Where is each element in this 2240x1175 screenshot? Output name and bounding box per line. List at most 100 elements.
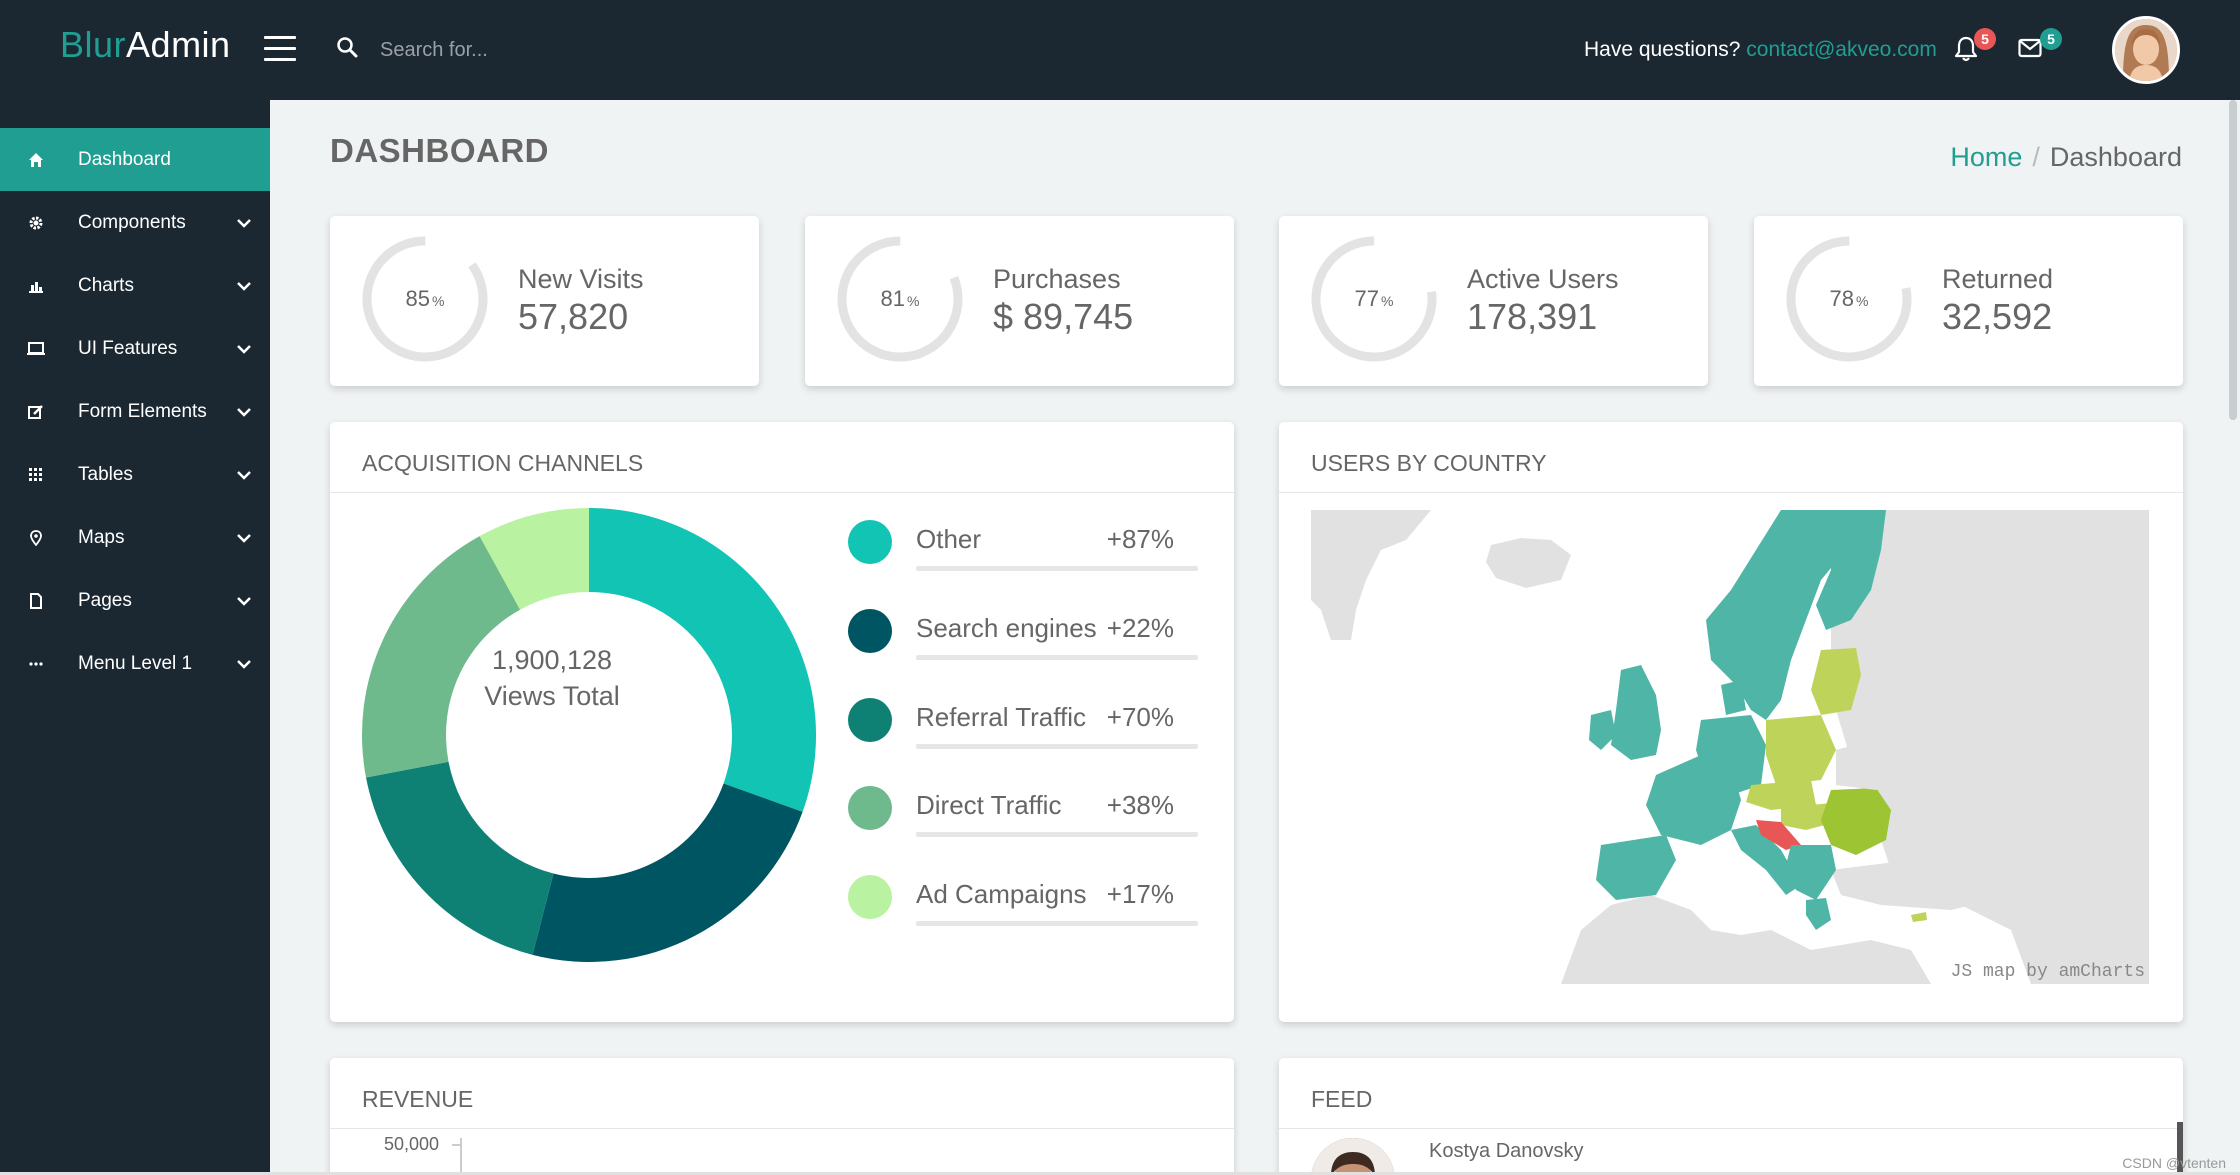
brand-part-1: Blur [60, 24, 127, 65]
stat-value: 178,391 [1467, 296, 1598, 337]
stat-percent: 81% [880, 286, 920, 311]
panel-divider [1279, 1128, 2183, 1129]
stat-card-purchases: 81% Purchases $ 89,745 [805, 216, 1234, 386]
feed-author-name[interactable]: Kostya Danovsky [1429, 1140, 1584, 1163]
sidebar-item-components[interactable]: Components [0, 191, 270, 254]
map-credit[interactable]: JS map by amCharts [1951, 962, 2145, 982]
donut-slice-referral-traffic[interactable] [366, 761, 554, 955]
breadcrumb-current: Dashboard [2049, 142, 2182, 172]
chevron-down-icon[interactable] [236, 339, 252, 361]
legend-underline [916, 655, 1198, 660]
user-avatar[interactable] [2112, 16, 2180, 84]
scrollbar-thumb[interactable] [2229, 100, 2237, 420]
monitor-icon [26, 341, 46, 356]
legend-swatch [848, 698, 892, 742]
bar-chart-icon [26, 279, 46, 293]
questions-text: Have questions? [1584, 38, 1741, 61]
page-scrollbar[interactable] [2226, 100, 2240, 1175]
contact-email-link[interactable]: contact@akveo.com [1746, 38, 1937, 61]
sidebar-item-label: UI Features [78, 337, 178, 359]
breadcrumb-home-link[interactable]: Home [1950, 142, 2022, 172]
chevron-down-icon[interactable] [236, 654, 252, 676]
stat-percent: 77% [1354, 286, 1394, 311]
panel-divider [1279, 492, 2183, 493]
sidebar-item-dashboard[interactable]: Dashboard [0, 128, 270, 191]
sidebar-item-label: Components [78, 211, 186, 233]
watermark: CSDN @vtenten [2122, 1155, 2226, 1171]
y-axis-tick-mark [452, 1144, 462, 1146]
legend-label: Referral Traffic [916, 702, 1087, 732]
breadcrumb: Home / Dashboard [1950, 142, 2182, 173]
users-by-country-panel: USERS BY COUNTRY JS map by amCharts [1279, 422, 2183, 1022]
donut-chart [362, 508, 816, 962]
chevron-down-icon[interactable] [236, 465, 252, 487]
legend-percent: +87% [1106, 524, 1174, 554]
help-contact: Have questions? contact@akveo.com [1584, 38, 1937, 62]
gear-icon [26, 215, 46, 231]
search-input[interactable] [380, 30, 740, 70]
views-total-label: Views Total [484, 681, 620, 711]
views-total-value: 1,900,128 [491, 645, 613, 675]
legend-underline [916, 744, 1198, 749]
y-axis-tick: 50,000 [384, 1134, 440, 1154]
feed-author-avatar[interactable] [1311, 1138, 1395, 1175]
legend-item-direct-traffic: Direct Traffic +38% [848, 778, 1208, 838]
legend-item-ad-campaigns: Ad Campaigns +17% [848, 867, 1208, 927]
envelope-icon[interactable] [2018, 38, 2042, 63]
sidebar-item-label: Maps [78, 526, 125, 548]
notifications-badge: 5 [1974, 28, 1996, 50]
legend-label: Search engines [916, 613, 1097, 643]
sidebar-item-label: Dashboard [78, 148, 171, 170]
sidebar-item-form-elements[interactable]: Form Elements [0, 380, 270, 443]
brand-part-2: Admin [126, 24, 231, 65]
sidebar-item-ui-features[interactable]: UI Features [0, 317, 270, 380]
legend-percent: +38% [1106, 790, 1174, 820]
top-navbar: BlurAdmin Have questions? contact@akveo.… [0, 0, 2240, 100]
chevron-down-icon[interactable] [236, 402, 252, 424]
chevron-down-icon[interactable] [236, 276, 252, 298]
europe-map[interactable] [1311, 510, 2149, 984]
legend-label: Ad Campaigns [916, 879, 1087, 909]
brand-logo[interactable]: BlurAdmin [60, 24, 231, 66]
legend-swatch [848, 875, 892, 919]
donut-slice-search-engines[interactable] [532, 783, 803, 962]
revenue-panel: REVENUE 50,000 [330, 1058, 1234, 1175]
legend-percent: +22% [1106, 613, 1174, 643]
search-icon[interactable] [336, 36, 358, 63]
chevron-down-icon[interactable] [236, 591, 252, 613]
sidebar-item-menu-level-1[interactable]: Menu Level 1 [0, 632, 270, 695]
sidebar-item-pages[interactable]: Pages [0, 569, 270, 632]
legend-label: Other [916, 524, 982, 554]
stat-value: 32,592 [1942, 296, 2053, 337]
legend-swatch [848, 520, 892, 564]
sidebar-item-label: Menu Level 1 [78, 652, 193, 674]
legend-percent: +70% [1106, 702, 1174, 732]
stat-value: $ 89,745 [993, 296, 1134, 337]
panel-title: REVENUE [362, 1086, 474, 1112]
grid-icon [26, 467, 46, 482]
stat-label: New Visits [518, 264, 644, 294]
stat-label: Purchases [993, 264, 1121, 294]
stat-card-new-visits: 85% New Visits 57,820 [330, 216, 759, 386]
legend-underline [916, 921, 1198, 926]
chevron-down-icon[interactable] [236, 528, 252, 550]
messages-badge: 5 [2040, 28, 2062, 50]
legend-item-referral-traffic: Referral Traffic +70% [848, 690, 1208, 750]
sidebar-item-tables[interactable]: Tables [0, 443, 270, 506]
legend-item-other: Other +87% [848, 512, 1208, 572]
sidebar-item-maps[interactable]: Maps [0, 506, 270, 569]
legend-percent: +17% [1106, 879, 1174, 909]
page-title: DASHBOARD [330, 132, 549, 169]
menu-toggle-icon[interactable] [264, 36, 296, 62]
panel-title: FEED [1311, 1086, 1373, 1112]
chevron-down-icon[interactable] [236, 213, 252, 235]
sidebar-item-label: Pages [78, 589, 132, 611]
panel-divider [330, 492, 1234, 493]
sidebar-item-label: Form Elements [78, 400, 207, 422]
stat-percent: 85% [405, 286, 445, 311]
sidebar-item-label: Tables [78, 463, 133, 485]
edit-icon [26, 404, 46, 420]
sidebar-item-charts[interactable]: Charts [0, 254, 270, 317]
legend-swatch [848, 609, 892, 653]
stat-percent: 78% [1829, 286, 1869, 311]
